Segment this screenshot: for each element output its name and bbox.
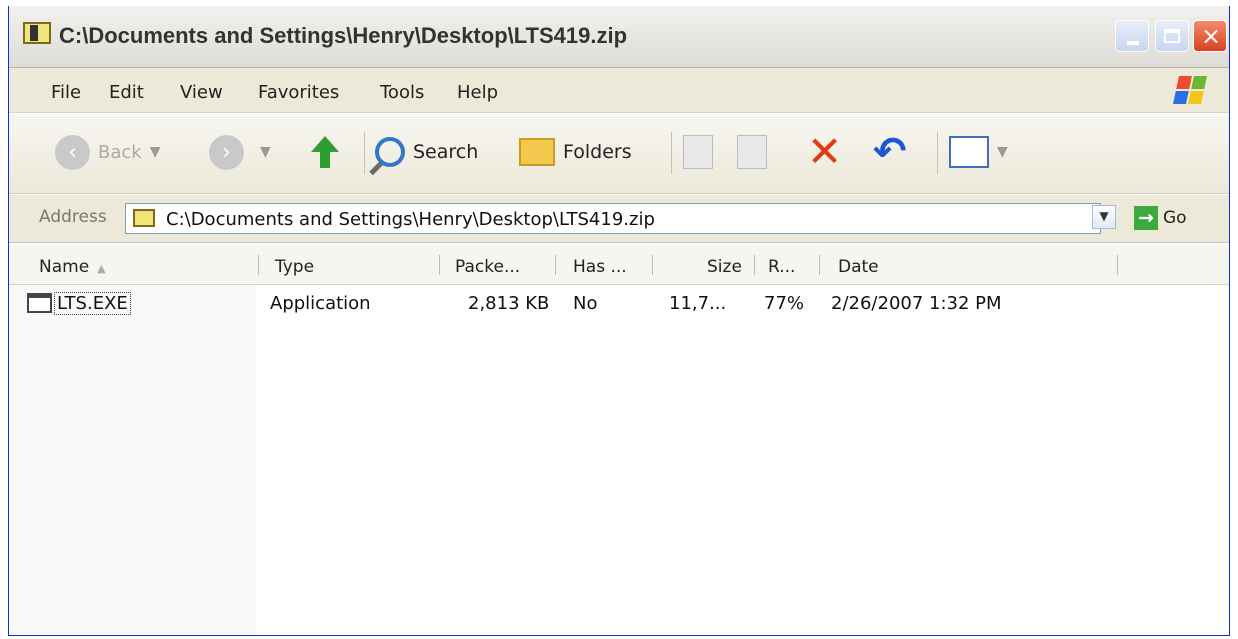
undo-icon: ↶: [873, 129, 907, 175]
back-label: Back: [98, 141, 142, 163]
window-title: C:\Documents and Settings\Henry\Desktop\…: [59, 23, 628, 48]
has-path: No: [573, 293, 598, 314]
file-list: Name ▲ Type Packe... Has ... Size R... Da…: [9, 245, 1229, 635]
standard-toolbar: ‹ Back ▼ › ▼ Search Folders ✕ ↶ ▼: [9, 114, 1229, 194]
views-button[interactable]: ▼: [949, 131, 1008, 173]
search-label: Search: [413, 141, 479, 163]
menu-help[interactable]: Help: [457, 82, 498, 103]
minimize-button[interactable]: [1115, 20, 1149, 52]
up-arrow-icon: [310, 136, 339, 168]
column-separator[interactable]: [652, 255, 653, 275]
back-dropdown-icon[interactable]: ▼: [150, 144, 161, 160]
copy-to-icon: [737, 135, 767, 169]
close-button[interactable]: ×: [1193, 20, 1227, 52]
folders-label: Folders: [563, 141, 632, 163]
compression-ratio: 77%: [764, 293, 805, 314]
column-name[interactable]: Name ▲: [39, 257, 106, 277]
address-dropdown-button[interactable]: ▼: [1092, 205, 1116, 229]
title-bar[interactable]: C:\Documents and Settings\Henry\Desktop\…: [9, 6, 1229, 68]
column-separator[interactable]: [555, 255, 556, 275]
go-arrow-icon[interactable]: →: [1134, 206, 1158, 230]
column-type[interactable]: Type: [275, 257, 314, 277]
move-to-button[interactable]: [683, 131, 713, 173]
column-separator[interactable]: [754, 255, 755, 275]
menu-view[interactable]: View: [180, 82, 223, 103]
search-icon: [375, 137, 405, 167]
file-date: 2/26/2007 1:32 PM: [831, 293, 1002, 314]
toolbar-separator: [671, 132, 672, 174]
menu-file[interactable]: File: [51, 82, 81, 103]
column-name-label: Name: [39, 257, 90, 277]
address-bar: Address C:\Documents and Settings\Henry\…: [9, 195, 1229, 243]
forward-dropdown-icon[interactable]: ▼: [260, 144, 271, 160]
column-separator[interactable]: [258, 255, 259, 275]
zip-folder-icon: [23, 22, 51, 44]
address-text[interactable]: C:\Documents and Settings\Henry\Desktop\…: [166, 209, 655, 230]
address-label: Address: [39, 207, 107, 227]
file-name[interactable]: LTS.EXE: [54, 292, 131, 315]
menu-tools[interactable]: Tools: [380, 82, 424, 103]
move-to-icon: [683, 135, 713, 169]
sort-ascending-icon: ▲: [97, 262, 106, 275]
folders-button[interactable]: Folders: [519, 131, 632, 173]
back-arrow-icon: ‹: [55, 134, 90, 170]
explorer-window: C:\Documents and Settings\Henry\Desktop\…: [8, 6, 1230, 636]
application-exe-icon: [27, 293, 52, 313]
file-size: 11,7...: [669, 293, 727, 314]
up-folder-button[interactable]: [310, 131, 339, 173]
windows-logo-icon: [1173, 76, 1207, 104]
column-separator[interactable]: [819, 255, 820, 275]
menu-edit[interactable]: Edit: [109, 82, 144, 103]
column-separator[interactable]: [439, 255, 440, 275]
close-icon: ×: [1200, 22, 1222, 50]
toolbar-separator: [364, 132, 365, 174]
delete-button[interactable]: ✕: [807, 131, 842, 173]
packed-size: 2,813 KB: [468, 293, 550, 314]
copy-to-button[interactable]: [737, 131, 767, 173]
delete-icon: ✕: [807, 127, 843, 176]
back-button[interactable]: ‹ Back ▼: [55, 131, 160, 173]
table-row[interactable]: LTS.EXE Application 2,813 KB No 11,7... …: [9, 290, 1109, 320]
list-header: Name ▲ Type Packe... Has ... Size R... Da…: [9, 245, 1229, 285]
minimize-icon: [1127, 41, 1139, 45]
forward-button[interactable]: › ▼: [209, 131, 271, 173]
menu-bar: File Edit View Favorites Tools Help: [9, 68, 1229, 113]
search-button[interactable]: Search: [375, 131, 478, 173]
column-date[interactable]: Date: [838, 257, 879, 277]
maximize-button[interactable]: [1155, 20, 1189, 52]
go-button[interactable]: Go: [1163, 208, 1187, 228]
column-size[interactable]: Size: [707, 257, 742, 277]
maximize-icon: [1164, 29, 1180, 43]
undo-button[interactable]: ↶: [873, 131, 907, 173]
column-has[interactable]: Has ...: [573, 257, 627, 277]
column-packed[interactable]: Packe...: [455, 257, 520, 277]
column-separator[interactable]: [1117, 255, 1118, 275]
column-ratio[interactable]: R...: [768, 257, 795, 277]
views-dropdown-icon[interactable]: ▼: [997, 144, 1008, 160]
name-column-background: [9, 285, 256, 635]
menu-favorites[interactable]: Favorites: [258, 82, 339, 103]
address-field[interactable]: C:\Documents and Settings\Henry\Desktop\…: [125, 203, 1101, 234]
views-icon: [949, 136, 989, 168]
folder-icon: [519, 138, 555, 166]
zip-folder-icon: [133, 209, 155, 227]
toolbar-separator: [937, 132, 938, 174]
file-type: Application: [270, 293, 371, 314]
forward-arrow-icon: ›: [209, 134, 244, 170]
